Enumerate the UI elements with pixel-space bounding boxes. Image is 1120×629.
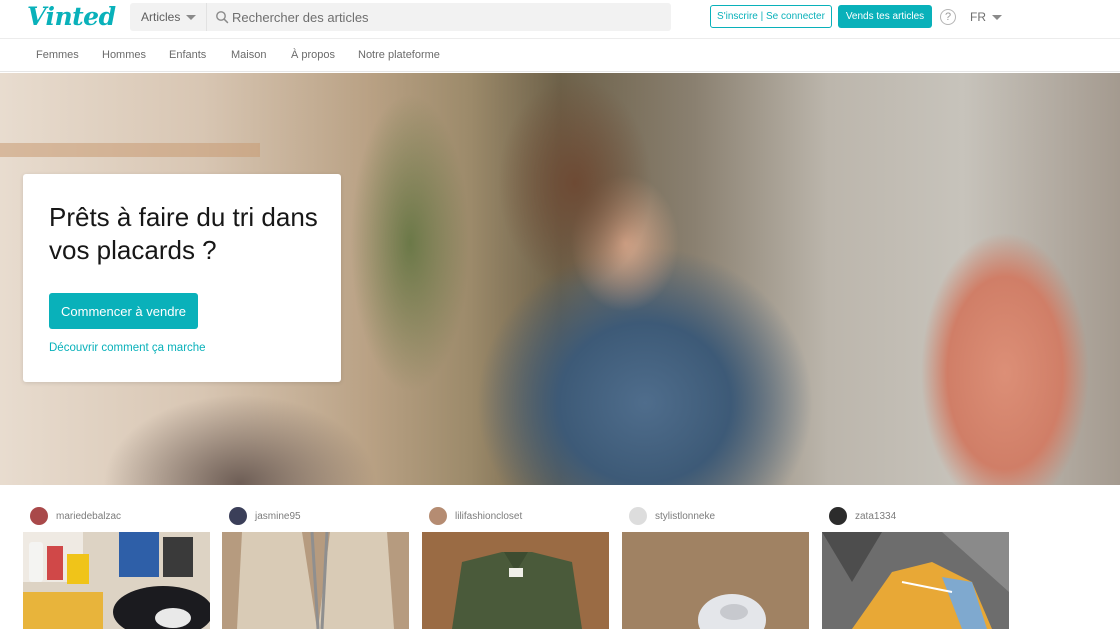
help-icon[interactable]: ? <box>940 9 956 25</box>
item-card[interactable]: lilifashioncloset <box>422 500 609 629</box>
nav-item-femmes[interactable]: Femmes <box>36 49 79 61</box>
item-card[interactable]: stylistlonneke <box>622 500 809 629</box>
chevron-down-icon <box>992 14 1002 20</box>
search-bar: Articles <box>130 3 671 31</box>
item-user[interactable]: stylistlonneke <box>629 506 715 526</box>
search-category-label: Articles <box>141 10 181 24</box>
login-signup-button[interactable]: S'inscrire | Se connecter <box>710 5 832 28</box>
hero-background-shelf <box>0 143 260 157</box>
item-photo[interactable] <box>222 532 409 629</box>
nav-item-enfants[interactable]: Enfants <box>169 49 206 61</box>
nav-item-maison[interactable]: Maison <box>231 49 266 61</box>
item-card[interactable]: jasmine95 <box>222 500 409 629</box>
item-photo[interactable] <box>23 532 210 629</box>
avatar <box>429 507 447 525</box>
username: lilifashioncloset <box>455 510 523 522</box>
how-it-works-link[interactable]: Découvrir comment ça marche <box>49 342 206 354</box>
avatar <box>629 507 647 525</box>
item-card[interactable]: zata1334 <box>822 500 1009 629</box>
sell-items-button[interactable]: Vends tes articles <box>838 5 932 28</box>
language-label: FR <box>970 10 986 24</box>
start-selling-button[interactable]: Commencer à vendre <box>49 293 198 329</box>
language-select[interactable]: FR <box>970 10 1002 24</box>
item-user[interactable]: lilifashioncloset <box>429 506 522 526</box>
username: zata1334 <box>855 510 897 522</box>
hero-background-plant <box>350 93 470 393</box>
search-icon <box>216 11 229 24</box>
item-photo[interactable] <box>422 532 609 629</box>
item-user[interactable]: mariedebalzac <box>30 506 121 526</box>
username: stylistlonneke <box>655 510 716 522</box>
avatar <box>30 507 48 525</box>
username: mariedebalzac <box>56 510 122 522</box>
search-category-select[interactable]: Articles <box>130 3 207 31</box>
item-user[interactable]: zata1334 <box>829 506 896 526</box>
nav-item-a-propos[interactable]: À propos <box>291 49 335 61</box>
nav-item-notre-plateforme[interactable]: Notre plateforme <box>358 49 440 61</box>
username: jasmine95 <box>255 510 301 522</box>
category-nav: Femmes Hommes Enfants Maison À propos No… <box>0 38 1120 72</box>
vinted-logo[interactable]: Vinted <box>27 2 116 31</box>
item-photo[interactable] <box>622 532 809 629</box>
hero-title: Prêts à faire du tri dans vos placards ? <box>49 202 318 265</box>
item-photo[interactable] <box>822 532 1009 629</box>
search-input[interactable] <box>232 7 652 27</box>
hero-card: Prêts à faire du tri dans vos placards ?… <box>23 174 341 382</box>
header: Vinted Articles S'inscrire | Se connecte… <box>0 0 1120 37</box>
item-user[interactable]: jasmine95 <box>229 506 301 526</box>
avatar <box>829 507 847 525</box>
nav-item-hommes[interactable]: Hommes <box>102 49 146 61</box>
item-card[interactable]: mariedebalzac <box>23 500 210 629</box>
item-feed: mariedebalzac jasmine95 lilifashionclose… <box>0 500 1120 629</box>
chevron-down-icon <box>186 14 197 20</box>
avatar <box>229 507 247 525</box>
